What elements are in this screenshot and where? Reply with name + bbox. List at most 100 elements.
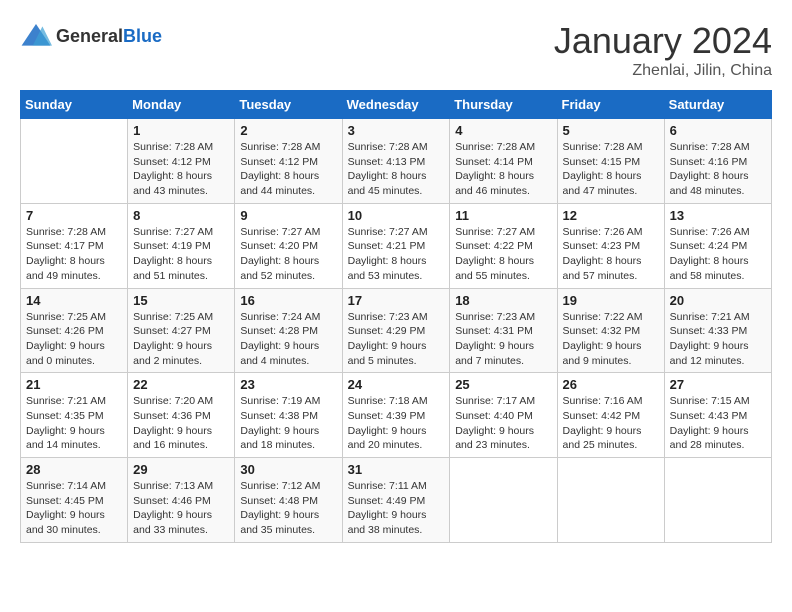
day-number: 2 bbox=[240, 123, 336, 138]
calendar-cell: 6 Sunrise: 7:28 AM Sunset: 4:16 PM Daylig… bbox=[664, 119, 771, 204]
day-header: Sunday bbox=[21, 91, 128, 119]
calendar-cell: 15 Sunrise: 7:25 AM Sunset: 4:27 PM Dayli… bbox=[128, 288, 235, 373]
calendar-cell: 26 Sunrise: 7:16 AM Sunset: 4:42 PM Dayli… bbox=[557, 373, 664, 458]
day-info: Sunrise: 7:26 AM Sunset: 4:23 PM Dayligh… bbox=[563, 225, 659, 284]
calendar-cell: 17 Sunrise: 7:23 AM Sunset: 4:29 PM Dayli… bbox=[342, 288, 450, 373]
day-number: 25 bbox=[455, 377, 551, 392]
calendar-cell: 29Sunrise: 7:13 AM Sunset: 4:46 PM Dayli… bbox=[128, 458, 235, 543]
day-number: 14 bbox=[26, 293, 122, 308]
day-number: 29 bbox=[133, 462, 229, 477]
day-info: Sunrise: 7:23 AM Sunset: 4:29 PM Dayligh… bbox=[348, 310, 445, 369]
day-info: Sunrise: 7:28 AM Sunset: 4:12 PM Dayligh… bbox=[240, 140, 336, 199]
day-number: 23 bbox=[240, 377, 336, 392]
day-info: Sunrise: 7:27 AM Sunset: 4:20 PM Dayligh… bbox=[240, 225, 336, 284]
day-header: Friday bbox=[557, 91, 664, 119]
calendar-cell: 11 Sunrise: 7:27 AM Sunset: 4:22 PM Dayli… bbox=[450, 203, 557, 288]
day-info: Sunrise: 7:28 AM Sunset: 4:14 PM Dayligh… bbox=[455, 140, 551, 199]
day-info: Sunrise: 7:25 AM Sunset: 4:27 PM Dayligh… bbox=[133, 310, 229, 369]
calendar-cell: 28 Sunrise: 7:14 AM Sunset: 4:45 PM Dayli… bbox=[21, 458, 128, 543]
calendar-cell: 13Sunrise: 7:26 AM Sunset: 4:24 PM Dayli… bbox=[664, 203, 771, 288]
calendar-cell: 24Sunrise: 7:18 AM Sunset: 4:39 PM Dayli… bbox=[342, 373, 450, 458]
day-number: 30 bbox=[240, 462, 336, 477]
day-number: 16 bbox=[240, 293, 336, 308]
calendar-week-row: 14Sunrise: 7:25 AM Sunset: 4:26 PM Dayli… bbox=[21, 288, 772, 373]
calendar-cell: 1Sunrise: 7:28 AM Sunset: 4:12 PM Daylig… bbox=[128, 119, 235, 204]
calendar-cell: 2 Sunrise: 7:28 AM Sunset: 4:12 PM Daylig… bbox=[235, 119, 342, 204]
day-number: 8 bbox=[133, 208, 229, 223]
page-header: GeneralBlue January 2024 Zhenlai, Jilin,… bbox=[20, 20, 772, 80]
day-number: 17 bbox=[348, 293, 445, 308]
day-info: Sunrise: 7:15 AM Sunset: 4:43 PM Dayligh… bbox=[670, 394, 766, 453]
day-number: 15 bbox=[133, 293, 229, 308]
logo-blue: Blue bbox=[123, 26, 162, 46]
day-number: 4 bbox=[455, 123, 551, 138]
day-info: Sunrise: 7:23 AM Sunset: 4:31 PM Dayligh… bbox=[455, 310, 551, 369]
day-header: Thursday bbox=[450, 91, 557, 119]
calendar-cell bbox=[450, 458, 557, 543]
day-info: Sunrise: 7:21 AM Sunset: 4:35 PM Dayligh… bbox=[26, 394, 122, 453]
day-info: Sunrise: 7:14 AM Sunset: 4:45 PM Dayligh… bbox=[26, 479, 122, 538]
day-number: 28 bbox=[26, 462, 122, 477]
calendar-week-row: 28 Sunrise: 7:14 AM Sunset: 4:45 PM Dayli… bbox=[21, 458, 772, 543]
calendar-cell: 30Sunrise: 7:12 AM Sunset: 4:48 PM Dayli… bbox=[235, 458, 342, 543]
day-number: 6 bbox=[670, 123, 766, 138]
day-number: 18 bbox=[455, 293, 551, 308]
calendar-cell: 8 Sunrise: 7:27 AM Sunset: 4:19 PM Daylig… bbox=[128, 203, 235, 288]
location-subtitle: Zhenlai, Jilin, China bbox=[554, 62, 772, 80]
day-number: 5 bbox=[563, 123, 659, 138]
day-number: 9 bbox=[240, 208, 336, 223]
day-info: Sunrise: 7:16 AM Sunset: 4:42 PM Dayligh… bbox=[563, 394, 659, 453]
calendar-cell: 9 Sunrise: 7:27 AM Sunset: 4:20 PM Daylig… bbox=[235, 203, 342, 288]
calendar-cell: 12Sunrise: 7:26 AM Sunset: 4:23 PM Dayli… bbox=[557, 203, 664, 288]
day-number: 19 bbox=[563, 293, 659, 308]
calendar-cell: 7Sunrise: 7:28 AM Sunset: 4:17 PM Daylig… bbox=[21, 203, 128, 288]
calendar-cell: 16 Sunrise: 7:24 AM Sunset: 4:28 PM Dayli… bbox=[235, 288, 342, 373]
calendar-cell: 27 Sunrise: 7:15 AM Sunset: 4:43 PM Dayli… bbox=[664, 373, 771, 458]
header-row: SundayMondayTuesdayWednesdayThursdayFrid… bbox=[21, 91, 772, 119]
day-number: 22 bbox=[133, 377, 229, 392]
day-info: Sunrise: 7:27 AM Sunset: 4:19 PM Dayligh… bbox=[133, 225, 229, 284]
day-info: Sunrise: 7:17 AM Sunset: 4:40 PM Dayligh… bbox=[455, 394, 551, 453]
day-info: Sunrise: 7:28 AM Sunset: 4:17 PM Dayligh… bbox=[26, 225, 122, 284]
calendar-week-row: 1 Sunrise: 7:28 AM Sunset: 4:12 PM Daylig… bbox=[21, 119, 772, 204]
calendar-cell bbox=[664, 458, 771, 543]
calendar-week-row: 7Sunrise: 7:28 AM Sunset: 4:17 PM Daylig… bbox=[21, 203, 772, 288]
day-info: Sunrise: 7:19 AM Sunset: 4:38 PM Dayligh… bbox=[240, 394, 336, 453]
day-info: Sunrise: 7:21 AM Sunset: 4:33 PM Dayligh… bbox=[670, 310, 766, 369]
day-number: 13 bbox=[670, 208, 766, 223]
day-number: 21 bbox=[26, 377, 122, 392]
day-number: 1 bbox=[133, 123, 229, 138]
day-info: Sunrise: 7:18 AM Sunset: 4:39 PM Dayligh… bbox=[348, 394, 445, 453]
calendar-cell bbox=[557, 458, 664, 543]
calendar-cell bbox=[21, 119, 128, 204]
day-info: Sunrise: 7:20 AM Sunset: 4:36 PM Dayligh… bbox=[133, 394, 229, 453]
day-number: 11 bbox=[455, 208, 551, 223]
day-number: 31 bbox=[348, 462, 445, 477]
day-number: 27 bbox=[670, 377, 766, 392]
day-info: Sunrise: 7:28 AM Sunset: 4:16 PM Dayligh… bbox=[670, 140, 766, 199]
calendar-cell: 5 Sunrise: 7:28 AM Sunset: 4:15 PM Daylig… bbox=[557, 119, 664, 204]
calendar-cell: 20Sunrise: 7:21 AM Sunset: 4:33 PM Dayli… bbox=[664, 288, 771, 373]
day-header: Tuesday bbox=[235, 91, 342, 119]
day-number: 3 bbox=[348, 123, 445, 138]
calendar-cell: 3 Sunrise: 7:28 AM Sunset: 4:13 PM Daylig… bbox=[342, 119, 450, 204]
day-header: Wednesday bbox=[342, 91, 450, 119]
logo: GeneralBlue bbox=[20, 20, 162, 52]
month-title: January 2024 bbox=[554, 20, 772, 62]
day-header: Saturday bbox=[664, 91, 771, 119]
day-info: Sunrise: 7:27 AM Sunset: 4:22 PM Dayligh… bbox=[455, 225, 551, 284]
calendar-cell: 25 Sunrise: 7:17 AM Sunset: 4:40 PM Dayli… bbox=[450, 373, 557, 458]
calendar-cell: 14Sunrise: 7:25 AM Sunset: 4:26 PM Dayli… bbox=[21, 288, 128, 373]
calendar-cell: 19 Sunrise: 7:22 AM Sunset: 4:32 PM Dayli… bbox=[557, 288, 664, 373]
calendar-cell: 10Sunrise: 7:27 AM Sunset: 4:21 PM Dayli… bbox=[342, 203, 450, 288]
day-number: 10 bbox=[348, 208, 445, 223]
day-info: Sunrise: 7:24 AM Sunset: 4:28 PM Dayligh… bbox=[240, 310, 336, 369]
day-info: Sunrise: 7:22 AM Sunset: 4:32 PM Dayligh… bbox=[563, 310, 659, 369]
calendar-week-row: 21 Sunrise: 7:21 AM Sunset: 4:35 PM Dayli… bbox=[21, 373, 772, 458]
day-info: Sunrise: 7:28 AM Sunset: 4:13 PM Dayligh… bbox=[348, 140, 445, 199]
calendar-cell: 22 Sunrise: 7:20 AM Sunset: 4:36 PM Dayli… bbox=[128, 373, 235, 458]
day-info: Sunrise: 7:28 AM Sunset: 4:15 PM Dayligh… bbox=[563, 140, 659, 199]
day-header: Monday bbox=[128, 91, 235, 119]
calendar-table: SundayMondayTuesdayWednesdayThursdayFrid… bbox=[20, 90, 772, 543]
day-number: 26 bbox=[563, 377, 659, 392]
